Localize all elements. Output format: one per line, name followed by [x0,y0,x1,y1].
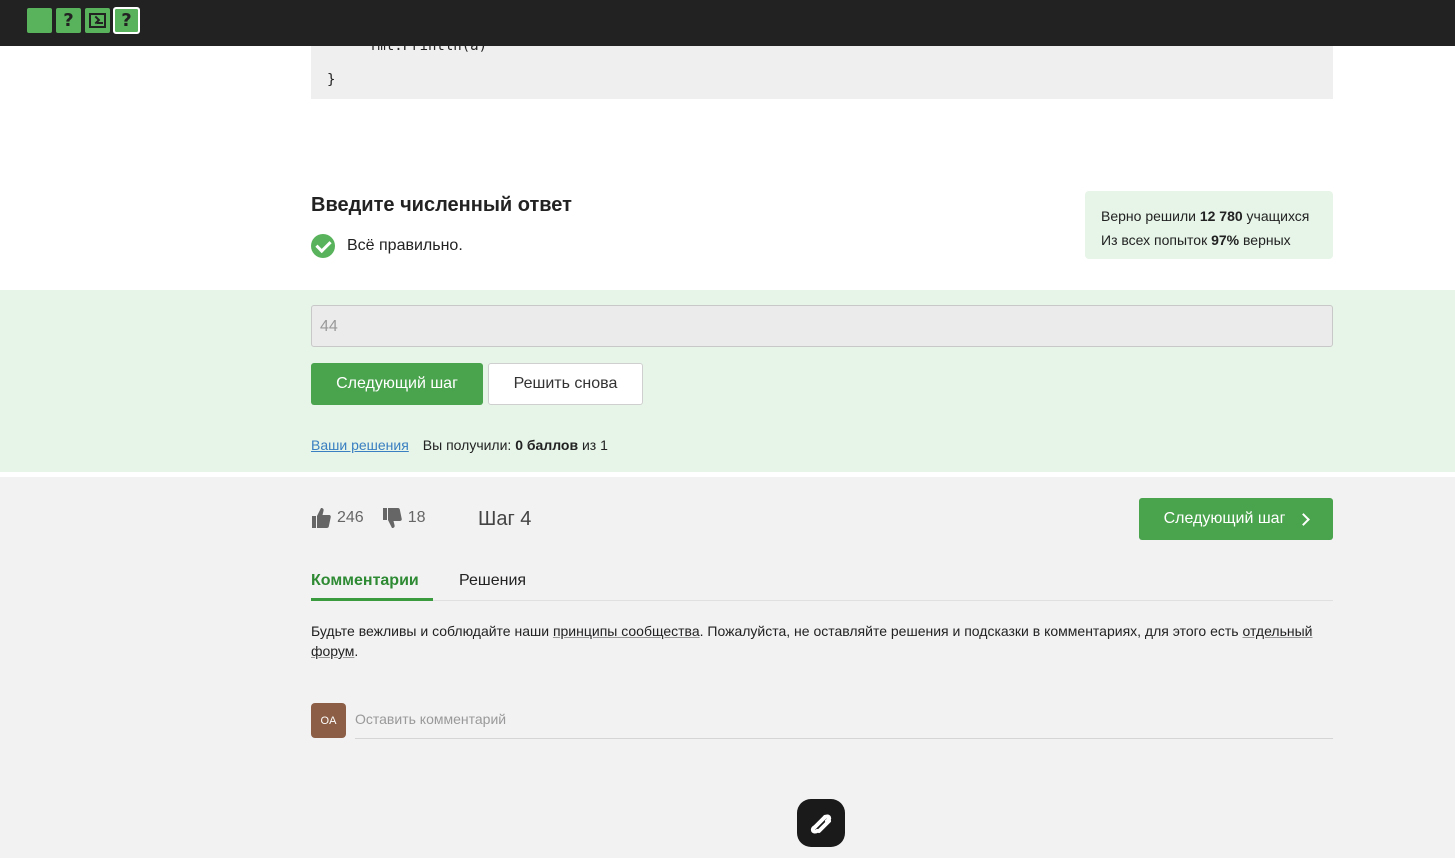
answer-heading: Введите численный ответ [311,194,572,216]
retry-button[interactable]: Решить снова [488,363,643,405]
solutions-row: Ваши решения Вы получили: 0 баллов из 1 [311,437,608,453]
score-text: Вы получили: 0 баллов из 1 [423,437,608,453]
attempts-percent: 97% [1211,232,1240,248]
comment-input[interactable]: Оставить комментарий [355,708,1333,739]
step-icon-text[interactable] [27,8,52,33]
terminal-icon [89,13,106,28]
dislikes-count: 18 [407,509,426,526]
check-circle-icon [311,234,335,258]
tab-solutions[interactable]: Решения [459,572,526,590]
question-icon: ? [63,10,74,31]
next-step-label: Следующий шаг [1163,510,1286,527]
next-step-button[interactable]: Следующий шаг [311,363,483,405]
solved-count: 12 780 [1199,208,1243,224]
answer-input[interactable]: 44 [311,305,1333,347]
community-principles-link[interactable]: принципы сообщества [553,623,700,639]
likes-count: 246 [337,509,364,526]
rules-text: Будьте вежливы и соблюдайте наши [311,623,553,639]
score-suffix: из 1 [581,437,608,453]
score-label: Вы получили: [422,437,512,453]
step-icons: ? ? [27,7,140,34]
step-icon-code[interactable] [85,8,110,33]
solved-suffix: учащихся [1246,208,1310,224]
code-line: } [327,72,336,88]
tab-comments[interactable]: Комментарии [311,572,433,601]
logo-mark [810,814,832,834]
rules-text: . [354,643,359,659]
stats-panel: Верно решили 12 780 учащихся Из всех поп… [1085,191,1333,259]
thumbs-up-icon[interactable] [311,507,331,529]
thumbs-down-icon[interactable] [382,507,402,529]
step-icon-quiz-active[interactable]: ? [113,7,140,34]
discussion-tabs: Комментарии Решения [311,570,1333,601]
votes: 246 18 [311,507,444,529]
community-rules: Будьте вежливы и соблюдайте наши принцип… [311,621,1333,661]
attempts-label: Из всех попыток [1101,232,1208,248]
step-label: Шаг 4 [478,508,532,530]
rules-text: . Пожалуйста, не оставляйте решения и по… [699,623,1243,639]
your-solutions-link[interactable]: Ваши решения [311,437,409,453]
step-icon-quiz[interactable]: ? [56,8,81,33]
next-step-nav-button[interactable]: Следующий шаг [1139,498,1333,540]
avatar: OA [311,703,346,738]
attempts-stat: Из всех попыток 97% верных [1101,228,1317,252]
stepik-logo-icon [797,799,845,847]
question-icon: ? [121,10,132,31]
chevron-right-icon [1297,512,1311,526]
score-value: 0 баллов [515,437,579,453]
solved-stat: Верно решили 12 780 учащихся [1101,204,1317,228]
answer-status: Всё правильно. [311,234,463,258]
status-text: Всё правильно. [347,237,463,254]
solved-label: Верно решили [1101,208,1196,224]
attempts-suffix: верных [1243,232,1291,248]
top-navigation-bar: ? ? [0,0,1455,46]
